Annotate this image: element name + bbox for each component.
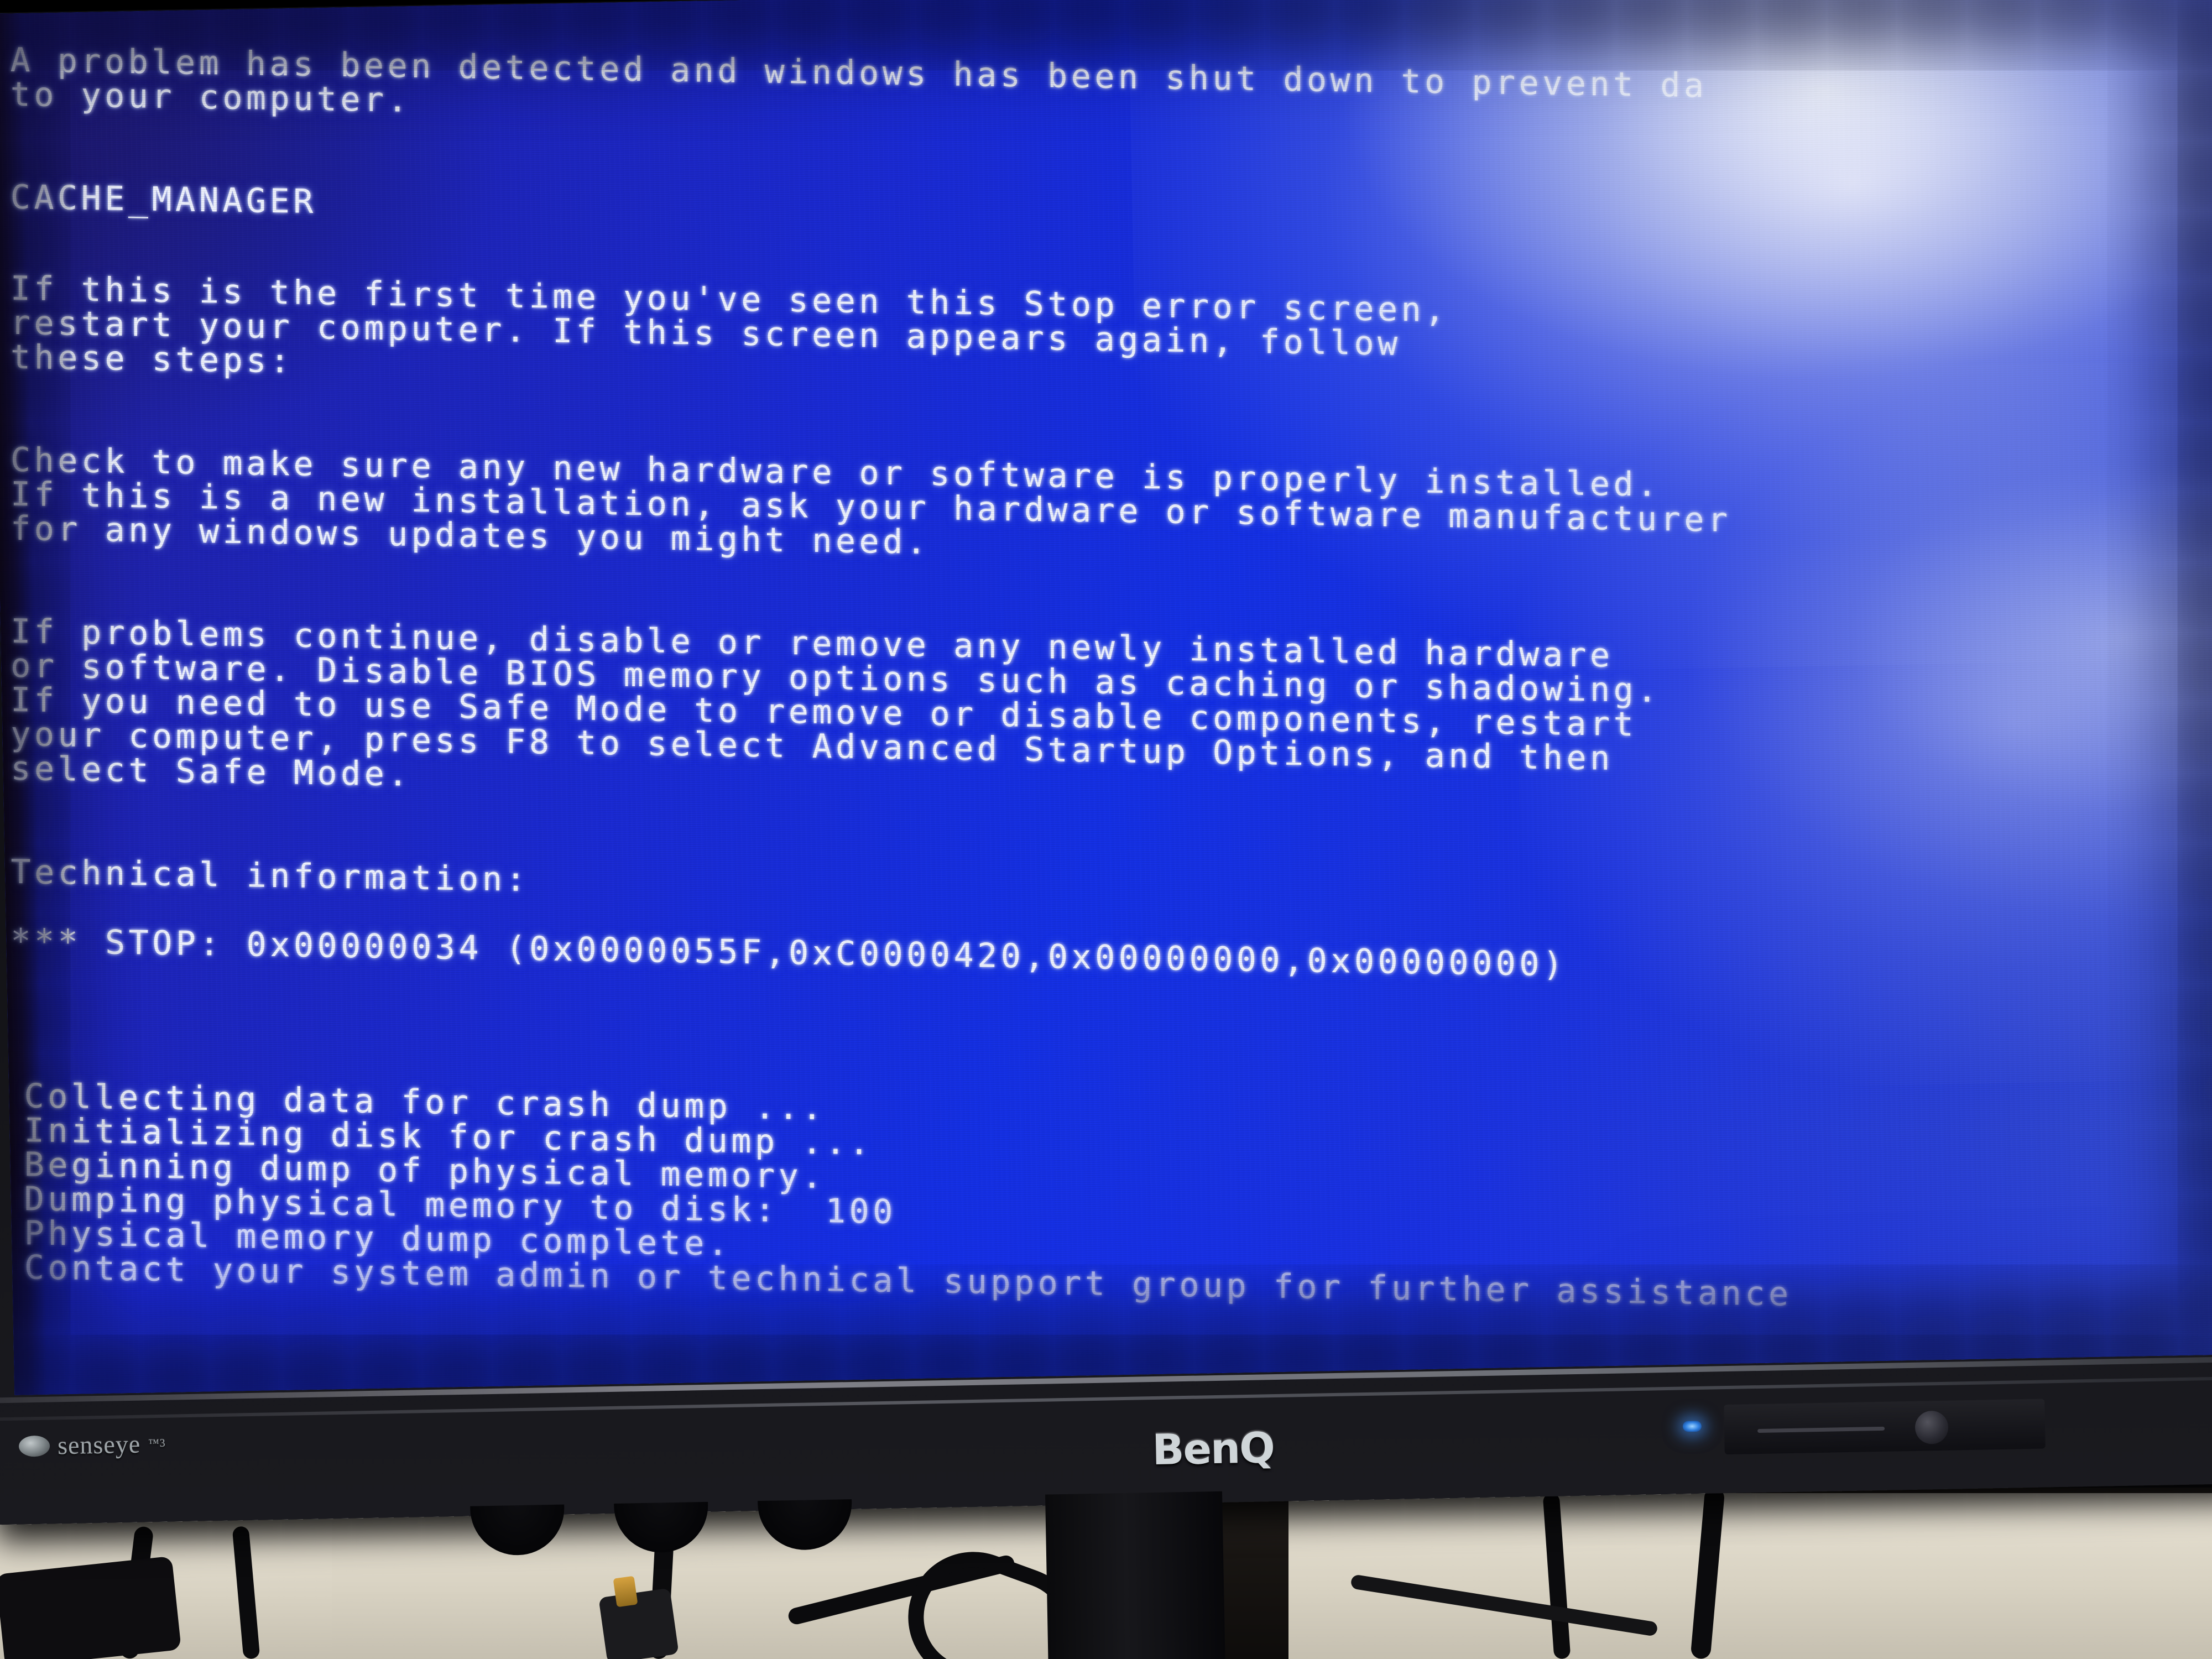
senseye-badge: senseye ™3: [18, 1429, 166, 1461]
osd-button-strip[interactable]: [1724, 1399, 2046, 1455]
bsod-firsttime-line-3: these steps:: [10, 337, 294, 381]
benq-logo: BenQ: [1151, 1423, 1275, 1475]
bsod-header-line-2: to your computer.: [10, 75, 411, 120]
bsod-error-code: CACHE_MANAGER: [10, 178, 317, 222]
wall-panel-right: [1288, 1493, 2212, 1659]
photo-scene: A problem has been detected and windows …: [0, 0, 2212, 1659]
cable-plug: [598, 1588, 679, 1659]
senseye-label: senseye: [57, 1430, 141, 1460]
bsod-stop-line: *** STOP: 0x00000034 (0x0000055F,0xC0000…: [11, 921, 1567, 984]
monitor-screen: A problem has been detected and windows …: [0, 0, 2212, 1395]
senseye-eye-icon: [18, 1435, 50, 1457]
power-led-indicator: [1682, 1420, 1702, 1432]
monitor-stand: [1045, 1491, 1225, 1659]
bsod-problems-line-5: select Safe Mode.: [11, 749, 411, 794]
bsod-technical-information-label: Technical information:: [11, 852, 530, 900]
benq-monitor: A problem has been detected and windows …: [0, 0, 2212, 1659]
plug-pin: [613, 1575, 638, 1608]
object-on-desk: [0, 1556, 182, 1659]
senseye-trademark-label: ™3: [148, 1437, 166, 1450]
screen-bottom-glow: [10, 1121, 2212, 1395]
